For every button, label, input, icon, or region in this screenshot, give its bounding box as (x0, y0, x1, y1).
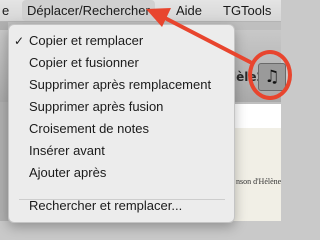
score-title-text: nson d'Hélène (236, 177, 282, 186)
menu-item-label: Supprimer après remplacement (29, 77, 212, 92)
menu-item-label: Supprimer après fusion (29, 99, 164, 114)
score-header-strip (232, 104, 281, 128)
menu-item-label: Rechercher et remplacer... (29, 198, 183, 213)
menu-bar: e Déplacer/Rechercher Aide TGTools (0, 0, 281, 22)
menu-item-label: Copier et remplacer (29, 33, 144, 48)
menu-deplacer-rechercher[interactable]: Déplacer/Rechercher (22, 0, 155, 21)
menu-item-ajouter-apres[interactable]: Ajouter après (9, 162, 234, 184)
menu-item-label: Copier et fusionner (29, 55, 139, 70)
menu-item-croisement-de-notes[interactable]: Croisement de notes (9, 118, 234, 140)
menu-item-label: Ajouter après (29, 165, 107, 180)
menu-aide[interactable]: Aide (176, 0, 202, 21)
menu-item-supprimer-apres-remplacement[interactable]: Supprimer après remplacement (9, 74, 234, 96)
menu-item-supprimer-apres-fusion[interactable]: Supprimer après fusion (9, 96, 234, 118)
red-circle-highlight (248, 50, 292, 100)
checkmark-icon: ✓ (14, 34, 25, 48)
menu-tgtools[interactable]: TGTools (223, 0, 271, 21)
deplacer-rechercher-dropdown: ✓ Copier et remplacer Copier et fusionne… (8, 24, 235, 223)
menu-item-rechercher-et-remplacer[interactable]: Rechercher et remplacer... (9, 195, 234, 217)
menu-item-copier-et-fusionner[interactable]: Copier et fusionner (9, 52, 234, 74)
menu-item-copier-et-remplacer[interactable]: ✓ Copier et remplacer (9, 30, 234, 52)
menu-edit[interactable]: e (2, 0, 9, 21)
menu-item-label: Insérer avant (29, 143, 105, 158)
score-paper (232, 128, 281, 221)
menu-item-label: Croisement de notes (29, 121, 149, 136)
menu-item-inserer-avant[interactable]: Insérer avant (9, 140, 234, 162)
